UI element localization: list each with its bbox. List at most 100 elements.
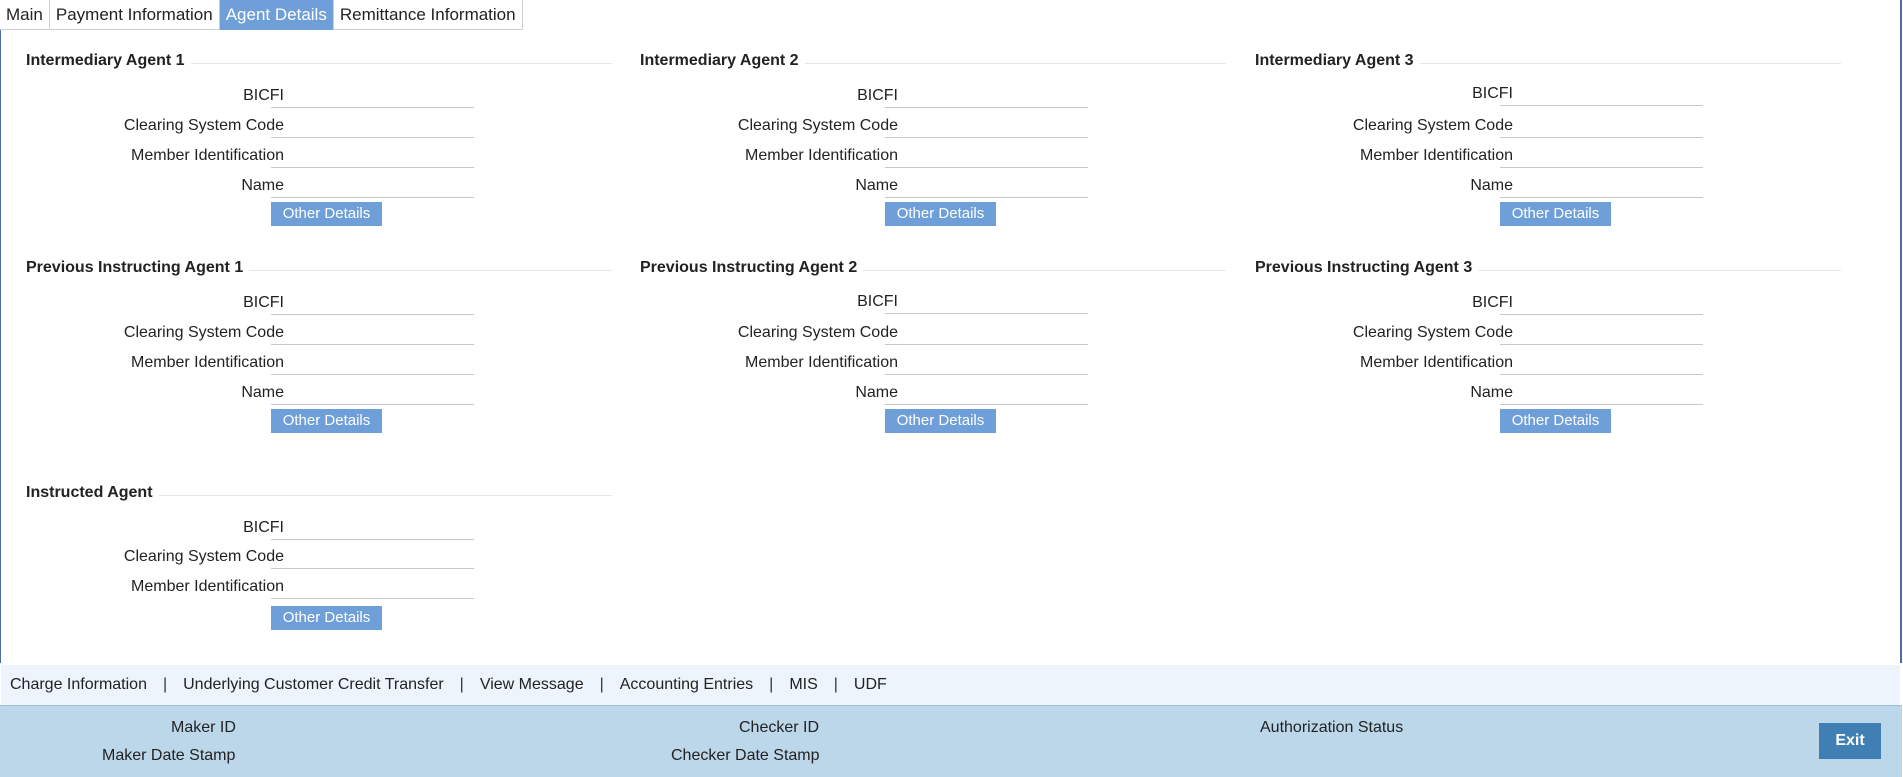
section-title: Previous Instructing Agent 2 [640,259,864,277]
link-separator: | [769,676,774,693]
tab-main[interactable]: Main [0,0,50,30]
member-identification-input[interactable] [271,574,474,599]
bicfi-row: BICFI [640,289,1230,319]
member-identification-label: Member Identification [745,354,898,371]
clearing-system-code-label: Clearing System Code [123,548,284,565]
checker-date-stamp-label: Checker Date Stamp [671,747,820,764]
member-identification-row: Member Identification [640,350,1230,380]
member-identification-input[interactable] [271,143,474,168]
member-identification-row: Member Identification [640,143,1230,173]
udf-link[interactable]: UDF [854,676,887,694]
member-identification-row: Member Identification [26,574,616,604]
bicfi-input[interactable] [885,289,1088,314]
checker-id-label: Checker ID [739,719,820,736]
member-identification-row: Member Identification [1255,350,1845,380]
clearing-system-code-row: Clearing System Code [640,113,1230,143]
exit-button[interactable]: Exit [1819,723,1881,759]
bicfi-input[interactable] [1500,290,1703,315]
member-identification-input[interactable] [885,143,1088,168]
clearing-system-code-input[interactable] [1500,320,1703,345]
section-title: Intermediary Agent 3 [1255,52,1420,70]
member-identification-label: Member Identification [1360,147,1513,164]
member-identification-row: Member Identification [26,143,616,173]
name-row: Name [640,380,1230,410]
bicfi-input[interactable] [885,83,1088,108]
name-input[interactable] [1500,173,1703,198]
link-separator: | [599,676,604,693]
name-row: Name [1255,173,1845,203]
name-input[interactable] [885,173,1088,198]
frame-left-border [0,30,1,663]
bicfi-input[interactable] [271,83,474,108]
frame-right-border [1900,0,1902,663]
link-separator: | [459,676,464,693]
clearing-system-code-row: Clearing System Code [1255,320,1845,350]
tab-remittance-information[interactable]: Remittance Information [334,0,523,30]
section-title: Previous Instructing Agent 1 [26,259,250,277]
clearing-system-code-input[interactable] [271,113,474,138]
name-row: Name [26,173,616,203]
clearing-system-code-input[interactable] [885,113,1088,138]
bicfi-input[interactable] [1500,81,1703,106]
name-row: Name [1255,380,1845,410]
clearing-system-code-label: Clearing System Code [1352,117,1513,134]
section-title: Intermediary Agent 2 [640,52,805,70]
clearing-system-code-input[interactable] [271,544,474,569]
other-details-button[interactable]: Other Details [1500,409,1611,433]
other-details-button[interactable]: Other Details [271,606,382,630]
member-identification-input[interactable] [1500,350,1703,375]
member-identification-label: Member Identification [131,354,284,371]
clearing-system-code-label: Clearing System Code [1352,324,1513,341]
name-input[interactable] [1500,380,1703,405]
bicfi-row: BICFI [1255,81,1845,111]
tab-payment-information[interactable]: Payment Information [50,0,220,30]
link-separator: | [833,676,838,693]
charge-information-link[interactable]: Charge Information [10,676,147,694]
maker-id-label: Maker ID [171,719,236,736]
name-input[interactable] [271,173,474,198]
audit-bar: Maker ID Maker Date Stamp Checker ID Che… [0,705,1902,777]
name-input[interactable] [885,380,1088,405]
clearing-system-code-input[interactable] [885,320,1088,345]
clearing-system-code-label: Clearing System Code [737,117,898,134]
clearing-system-code-row: Clearing System Code [26,544,616,574]
footer-link-bar: Charge Information | Underlying Customer… [1,665,1900,705]
view-message-link[interactable]: View Message [480,676,584,694]
member-identification-input[interactable] [1500,143,1703,168]
tab-agent-details[interactable]: Agent Details [219,0,334,30]
clearing-system-code-row: Clearing System Code [26,320,616,350]
member-identification-row: Member Identification [26,350,616,380]
clearing-system-code-row: Clearing System Code [1255,113,1845,143]
accounting-entries-link[interactable]: Accounting Entries [620,676,753,694]
other-details-button[interactable]: Other Details [271,202,382,226]
section-title: Previous Instructing Agent 3 [1255,259,1479,277]
mis-link[interactable]: MIS [789,676,817,694]
other-details-button[interactable]: Other Details [271,409,382,433]
name-row: Name [26,380,616,410]
member-identification-input[interactable] [271,350,474,375]
member-identification-label: Member Identification [131,578,284,595]
underlying-customer-credit-transfer-link[interactable]: Underlying Customer Credit Transfer [183,676,444,694]
name-row: Name [640,173,1230,203]
clearing-system-code-row: Clearing System Code [26,113,616,143]
clearing-system-code-label: Clearing System Code [123,324,284,341]
name-input[interactable] [271,380,474,405]
link-separator: | [162,676,168,693]
section-title: Instructed Agent [26,484,159,502]
member-identification-label: Member Identification [1360,354,1513,371]
member-identification-row: Member Identification [1255,143,1845,173]
other-details-button[interactable]: Other Details [885,202,996,226]
bicfi-input[interactable] [271,515,474,540]
clearing-system-code-input[interactable] [1500,113,1703,138]
other-details-button[interactable]: Other Details [885,409,996,433]
clearing-system-code-label: Clearing System Code [737,324,898,341]
maker-date-stamp-label: Maker Date Stamp [102,747,236,764]
clearing-system-code-input[interactable] [271,320,474,345]
tab-bar: Main Payment Information Agent Details R… [0,0,523,30]
member-identification-label: Member Identification [745,147,898,164]
other-details-button[interactable]: Other Details [1500,202,1611,226]
section-title: Intermediary Agent 1 [26,52,191,70]
bicfi-row: BICFI [640,83,1230,113]
bicfi-input[interactable] [271,290,474,315]
member-identification-input[interactable] [885,350,1088,375]
